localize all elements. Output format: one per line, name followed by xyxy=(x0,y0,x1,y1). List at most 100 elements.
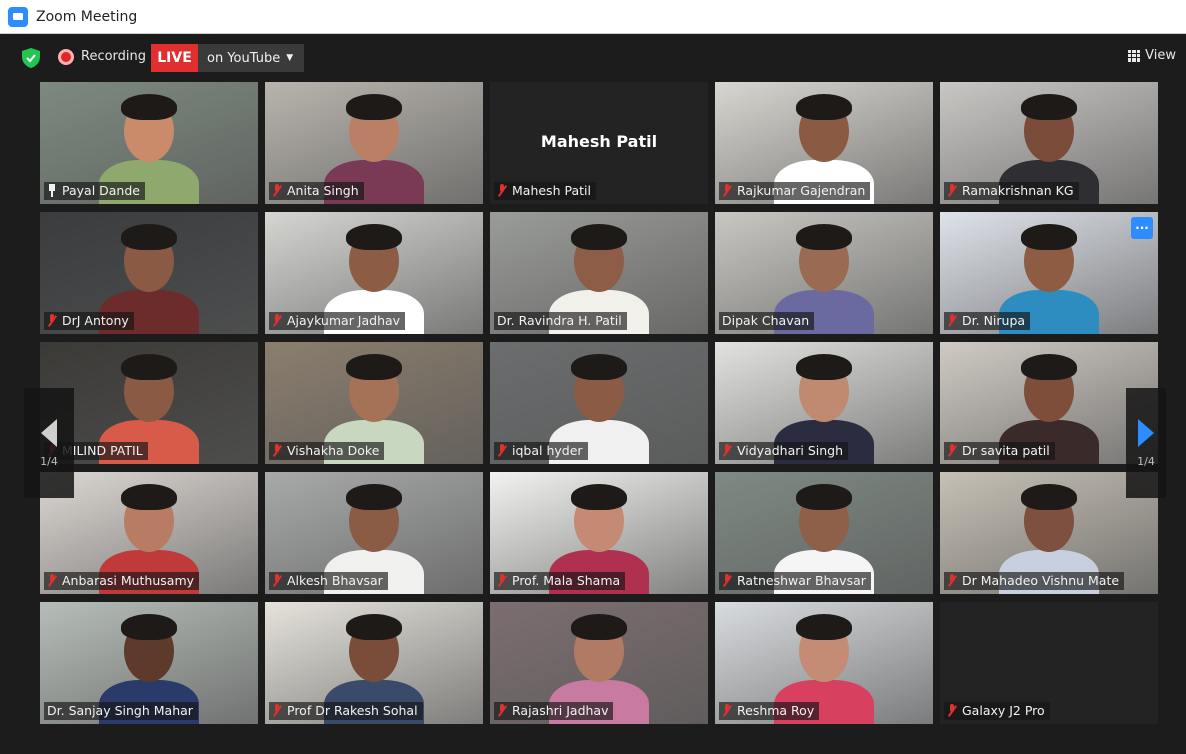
muted-mic-icon xyxy=(497,444,507,457)
participant-name: Payal Dande xyxy=(62,183,140,198)
next-page-button[interactable]: 1/4 xyxy=(1126,388,1166,498)
participant-name-label: Payal Dande xyxy=(44,182,145,200)
participant-tile[interactable]: Reshma Roy xyxy=(715,602,933,724)
participant-name: Rajashri Jadhav xyxy=(512,703,609,718)
participant-tile[interactable]: DrJ Antony xyxy=(40,212,258,334)
participant-name-label: Anbarasi Muthusamy xyxy=(44,572,200,590)
participant-name: Ratneshwar Bhavsar xyxy=(737,573,866,588)
caret-down-icon: ▼ xyxy=(286,53,294,63)
participant-tile[interactable]: Payal Dande xyxy=(40,82,258,204)
participant-name: Galaxy J2 Pro xyxy=(962,703,1045,718)
muted-mic-icon xyxy=(47,574,57,587)
participant-name-label: Alkesh Bhavsar xyxy=(269,572,388,590)
participant-name-label: Ratneshwar Bhavsar xyxy=(719,572,871,590)
view-button[interactable]: View xyxy=(1128,48,1176,63)
live-badge: LIVE xyxy=(151,44,198,72)
participant-name: Dr. Nirupa xyxy=(962,313,1026,328)
participant-tile[interactable]: Prof. Mala Shama xyxy=(490,472,708,594)
participant-name-label: Rajkumar Gajendran xyxy=(719,182,871,200)
participant-name: Dipak Chavan xyxy=(722,313,810,328)
participant-name-label: Dr Mahadeo Vishnu Mate xyxy=(944,572,1125,590)
participant-tile[interactable]: Prof Dr Rakesh Sohal xyxy=(265,602,483,724)
participant-name: Dr. Sanjay Singh Mahar xyxy=(47,703,193,718)
participant-tile[interactable]: Anita Singh xyxy=(265,82,483,204)
muted-mic-icon xyxy=(722,444,732,457)
muted-mic-icon xyxy=(272,184,282,197)
meeting-topbar: Recording LIVE on YouTube ▼ View xyxy=(0,34,1186,82)
participant-name-label: Prof. Mala Shama xyxy=(494,572,626,590)
participant-tile[interactable]: Rajashri Jadhav xyxy=(490,602,708,724)
participant-tile[interactable]: iqbal hyder xyxy=(490,342,708,464)
participant-tile[interactable]: Galaxy J2 Pro xyxy=(940,602,1158,724)
participant-tile[interactable]: Ratneshwar Bhavsar xyxy=(715,472,933,594)
muted-mic-icon xyxy=(497,704,507,717)
muted-mic-icon xyxy=(947,444,957,457)
participant-name: Vidyadhari Singh xyxy=(737,443,844,458)
participant-name-label: Prof Dr Rakesh Sohal xyxy=(269,702,423,720)
participant-name-label: iqbal hyder xyxy=(494,442,588,460)
participant-name: Ramakrishnan KG xyxy=(962,183,1074,198)
muted-mic-icon xyxy=(722,704,732,717)
participant-tile[interactable]: Dr. Ravindra H. Patil xyxy=(490,212,708,334)
participant-name: Rajkumar Gajendran xyxy=(737,183,866,198)
gallery-grid: Payal Dande Anita Singh Mahesh Patil Mahesh… xyxy=(40,82,1160,724)
youtube-stream-dropdown[interactable]: on YouTube ▼ xyxy=(198,44,304,72)
arrow-right-icon xyxy=(1138,418,1154,447)
participant-tile[interactable]: Vidyadhari Singh xyxy=(715,342,933,464)
participant-name-label: Anita Singh xyxy=(269,182,364,200)
gallery-grid-icon xyxy=(1128,49,1141,62)
participant-name-label: Dr. Nirupa xyxy=(944,312,1031,330)
participant-name-label: Vishakha Doke xyxy=(269,442,385,460)
participant-tile[interactable]: Mahesh Patil Mahesh Patil xyxy=(490,82,708,204)
participant-name-label: Vidyadhari Singh xyxy=(719,442,849,460)
previous-page-button[interactable]: 1/4 xyxy=(24,388,74,498)
window-title: Zoom Meeting xyxy=(36,8,138,25)
participant-name: DrJ Antony xyxy=(62,313,129,328)
muted-mic-icon xyxy=(947,574,957,587)
muted-mic-icon xyxy=(722,574,732,587)
participant-name-label: Mahesh Patil xyxy=(494,182,596,200)
participant-name-label: Dr savita patil xyxy=(944,442,1055,460)
muted-mic-icon xyxy=(272,704,282,717)
participant-name: Vishakha Doke xyxy=(287,443,380,458)
youtube-stream-label: on YouTube xyxy=(207,50,281,66)
participant-tile[interactable]: ··· Dr. Nirupa xyxy=(940,212,1158,334)
participant-name-label: Ajaykumar Jadhav xyxy=(269,312,406,330)
shield-icon[interactable] xyxy=(22,48,40,68)
participant-name: Anbarasi Muthusamy xyxy=(62,573,195,588)
muted-mic-icon xyxy=(947,314,957,327)
pin-icon xyxy=(47,184,57,197)
participant-name: Anita Singh xyxy=(287,183,359,198)
participant-name: Dr Mahadeo Vishnu Mate xyxy=(962,573,1120,588)
participant-name: MILIND PATIL xyxy=(62,443,143,458)
muted-mic-icon xyxy=(947,704,957,717)
participant-tile[interactable]: Rajkumar Gajendran xyxy=(715,82,933,204)
muted-mic-icon xyxy=(272,444,282,457)
participant-tile[interactable]: Ajaykumar Jadhav xyxy=(265,212,483,334)
recording-icon xyxy=(58,49,74,65)
participant-name-label: Dipak Chavan xyxy=(719,312,815,330)
zoom-app-icon xyxy=(8,6,28,27)
participant-tile[interactable]: Dr. Sanjay Singh Mahar xyxy=(40,602,258,724)
more-options-icon[interactable]: ··· xyxy=(1131,217,1153,239)
participant-center-name: Mahesh Patil xyxy=(540,132,658,151)
participant-name-label: Reshma Roy xyxy=(719,702,820,720)
participant-name: Alkesh Bhavsar xyxy=(287,573,383,588)
muted-mic-icon xyxy=(272,314,282,327)
participant-tile[interactable]: Dipak Chavan xyxy=(715,212,933,334)
muted-mic-icon xyxy=(272,574,282,587)
arrow-left-icon xyxy=(41,418,57,447)
participant-tile[interactable]: Ramakrishnan KG xyxy=(940,82,1158,204)
participant-name-label: DrJ Antony xyxy=(44,312,134,330)
muted-mic-icon xyxy=(497,184,507,197)
participant-name: Reshma Roy xyxy=(737,703,815,718)
participant-name-label: Dr. Sanjay Singh Mahar xyxy=(44,702,198,720)
participant-name: Prof Dr Rakesh Sohal xyxy=(287,703,418,718)
participant-name-label: Galaxy J2 Pro xyxy=(944,702,1050,720)
view-label: View xyxy=(1145,48,1176,63)
recording-label[interactable]: Recording xyxy=(81,49,146,64)
page-indicator-right: 1/4 xyxy=(1137,454,1155,468)
participant-tile[interactable]: Vishakha Doke xyxy=(265,342,483,464)
participant-tile[interactable]: Alkesh Bhavsar xyxy=(265,472,483,594)
participant-name: Dr. Ravindra H. Patil xyxy=(497,313,622,328)
